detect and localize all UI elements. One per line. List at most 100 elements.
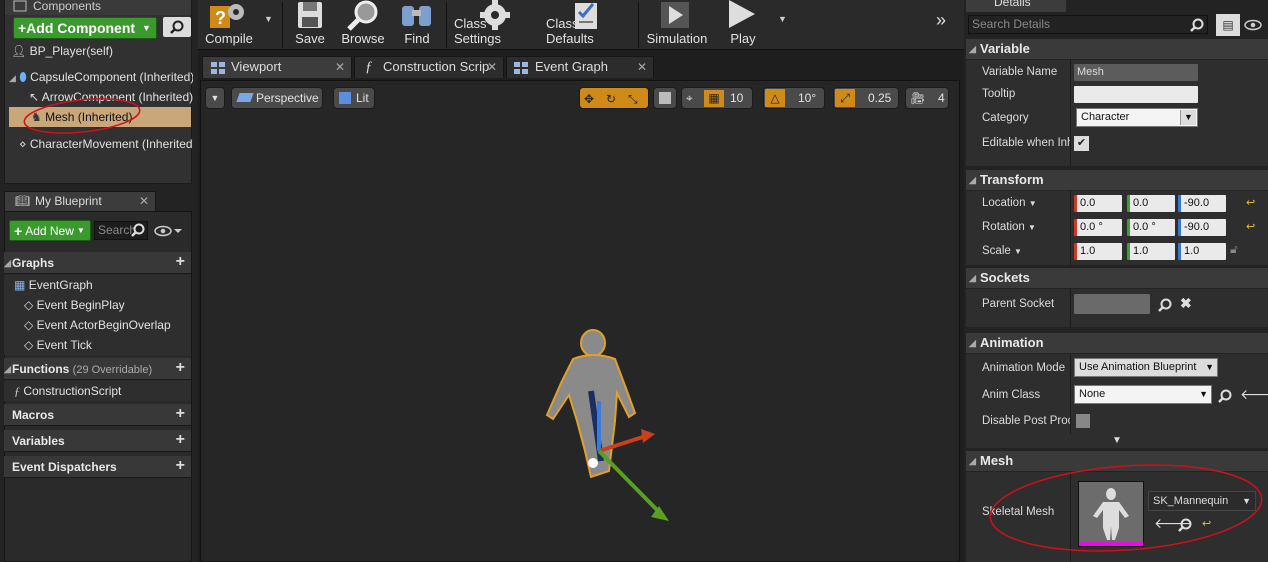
- category-combo[interactable]: Character ▼: [1076, 108, 1198, 127]
- rotation-y-field[interactable]: 0.0 °: [1127, 219, 1175, 236]
- tab-construction-script[interactable]: ƒ Construction Scrip ✕: [354, 56, 504, 78]
- add-component-button[interactable]: +Add Component ▼: [13, 17, 157, 39]
- add-variable-icon[interactable]: +: [176, 432, 185, 448]
- category-value: Character: [1081, 111, 1130, 123]
- tree-item-self[interactable]: 👤︎ BP_Player(self): [11, 41, 191, 61]
- tab-event-graph[interactable]: Event Graph ✕: [506, 56, 654, 78]
- close-icon[interactable]: ✕: [637, 57, 647, 77]
- browse-button[interactable]: Browse: [338, 0, 388, 50]
- play-button[interactable]: Play: [718, 0, 768, 50]
- rotation-z-field[interactable]: -90.0: [1178, 219, 1226, 236]
- close-icon[interactable]: ✕: [487, 57, 497, 77]
- world-local-button[interactable]: [653, 87, 677, 109]
- variables-section-header[interactable]: Variables +: [4, 430, 191, 452]
- grid-snap-value[interactable]: 10: [730, 88, 743, 108]
- viewport-options-button[interactable]: ▼: [205, 87, 225, 109]
- scale-y-field[interactable]: 1.0: [1127, 243, 1175, 260]
- add-dispatcher-icon[interactable]: +: [176, 458, 185, 474]
- eye-icon[interactable]: [154, 225, 184, 237]
- parent-socket-field[interactable]: [1074, 294, 1150, 314]
- surface-snap-icon[interactable]: ⌖: [686, 88, 693, 108]
- camera-speed-button[interactable]: 🎥︎ 4: [905, 87, 949, 109]
- components-search-button[interactable]: [163, 17, 191, 37]
- animation-mode-combo[interactable]: Use Animation Blueprint ▼: [1074, 358, 1218, 377]
- play-label: Play: [730, 31, 756, 46]
- function-item-constructionscript[interactable]: ƒ ConstructionScript: [4, 381, 191, 401]
- rotate-icon[interactable]: ↻: [606, 89, 616, 109]
- location-z-field[interactable]: -90.0: [1178, 195, 1226, 212]
- grid-snap-icon[interactable]: ▦: [704, 90, 724, 107]
- graph-item-beginoverlap[interactable]: ◇ Event ActorBeginOverlap: [4, 315, 191, 335]
- scale-label[interactable]: Scale ▼: [982, 245, 1022, 257]
- location-label[interactable]: Location ▼: [982, 197, 1037, 209]
- find-button[interactable]: Find: [394, 0, 440, 50]
- animation-section-header[interactable]: ◢ Animation: [966, 333, 1268, 353]
- scale-snap-value[interactable]: 0.25: [868, 88, 891, 108]
- rotation-x-field[interactable]: 0.0 °: [1074, 219, 1122, 236]
- location-x-field[interactable]: 0.0: [1074, 195, 1122, 212]
- graphs-section-header[interactable]: ◢ Graphs +: [4, 252, 191, 274]
- scale-x-field[interactable]: 1.0: [1074, 243, 1122, 260]
- rotation-snap-value[interactable]: 10°: [798, 88, 816, 108]
- add-function-icon[interactable]: +: [176, 360, 185, 376]
- find-label: Find: [404, 31, 430, 46]
- dispatchers-section-header[interactable]: Event Dispatchers +: [4, 456, 191, 478]
- close-icon[interactable]: ✕: [139, 192, 149, 210]
- reset-location-icon[interactable]: ↩: [1246, 196, 1255, 209]
- macros-section-header[interactable]: Macros +: [4, 404, 191, 426]
- graph-item-eventgraph[interactable]: ▦ EventGraph: [4, 275, 191, 295]
- perspective-button[interactable]: Perspective: [231, 87, 323, 109]
- gizmo-y-axis[interactable]: [597, 449, 665, 518]
- translate-icon[interactable]: ✥: [584, 89, 594, 109]
- compile-options-icon[interactable]: ▼: [264, 14, 273, 24]
- details-tab[interactable]: Details: [966, 0, 1066, 12]
- components-tab[interactable]: Components: [5, 0, 191, 15]
- scale-icon[interactable]: ⤡: [628, 89, 638, 109]
- tooltip-field[interactable]: [1074, 86, 1198, 103]
- tab-event-graph-label: Event Graph: [535, 59, 608, 74]
- scale-snap-icon[interactable]: ⤢: [835, 89, 855, 107]
- property-matrix-icon[interactable]: ▤: [1216, 14, 1240, 36]
- viewport-canvas[interactable]: ▼ Perspective Lit ✥ ↻ ⤡ ⌖ ▦ 10 △ 10° ⤢ 0…: [200, 80, 960, 562]
- simulation-button[interactable]: Simulation: [644, 0, 710, 50]
- play-icon: [729, 0, 755, 28]
- play-options-icon[interactable]: ▼: [778, 14, 787, 24]
- add-graph-icon[interactable]: +: [176, 254, 185, 270]
- variable-section-header[interactable]: ◢ Variable: [966, 39, 1268, 59]
- functions-section-header[interactable]: ◢ Functions (29 Overridable) +: [4, 358, 191, 380]
- clear-icon[interactable]: ✖: [1180, 295, 1192, 312]
- add-macro-icon[interactable]: +: [176, 406, 185, 422]
- class-defaults-button[interactable]: Class Defaults: [546, 0, 628, 50]
- graph-item-beginplay[interactable]: ◇ Event BeginPlay: [4, 295, 191, 315]
- search-icon[interactable]: [1158, 298, 1172, 312]
- graph-item-tick[interactable]: ◇ Event Tick: [4, 335, 191, 355]
- reset-rotation-icon[interactable]: ↩: [1246, 220, 1255, 233]
- add-new-button[interactable]: + Add New ▼: [9, 220, 91, 241]
- use-selected-arrow-icon[interactable]: 🡐: [1240, 386, 1268, 403]
- tab-viewport[interactable]: Viewport ✕: [202, 56, 352, 78]
- tree-item-capsule[interactable]: ◢ ⬮ CapsuleComponent (Inherited): [9, 67, 193, 87]
- close-icon[interactable]: ✕: [335, 57, 345, 77]
- editable-checkbox[interactable]: ✔: [1074, 136, 1089, 151]
- sockets-section-header[interactable]: ◢ Sockets: [966, 268, 1268, 288]
- expand-toolbar-icon[interactable]: »: [936, 10, 946, 31]
- anim-class-combo[interactable]: None ▼: [1074, 385, 1212, 404]
- location-y-field[interactable]: 0.0: [1127, 195, 1175, 212]
- mannequin-character[interactable]: [531, 321, 681, 531]
- search-icon[interactable]: [1218, 389, 1232, 403]
- variable-name-field[interactable]: Mesh: [1074, 64, 1198, 81]
- details-search-input[interactable]: Search Details: [968, 15, 1208, 34]
- scale-z-field[interactable]: 1.0: [1178, 243, 1226, 260]
- disable-post-process-checkbox[interactable]: [1076, 414, 1090, 428]
- compile-button[interactable]: ? Compile: [202, 0, 256, 50]
- rotation-label[interactable]: Rotation ▼: [982, 221, 1036, 233]
- lit-button[interactable]: Lit: [333, 87, 375, 109]
- save-button[interactable]: Save: [288, 0, 332, 50]
- rotation-snap-icon[interactable]: △: [765, 89, 785, 107]
- my-blueprint-tab[interactable]: 📖︎ My Blueprint ✕: [4, 191, 156, 211]
- transform-section-header[interactable]: ◢ Transform: [966, 170, 1268, 190]
- class-settings-button[interactable]: Class Settings: [454, 0, 536, 50]
- advanced-expand-button[interactable]: ▼: [966, 434, 1268, 448]
- lock-icon[interactable]: 🔓︎: [1230, 242, 1238, 257]
- eye-icon[interactable]: [1244, 19, 1268, 31]
